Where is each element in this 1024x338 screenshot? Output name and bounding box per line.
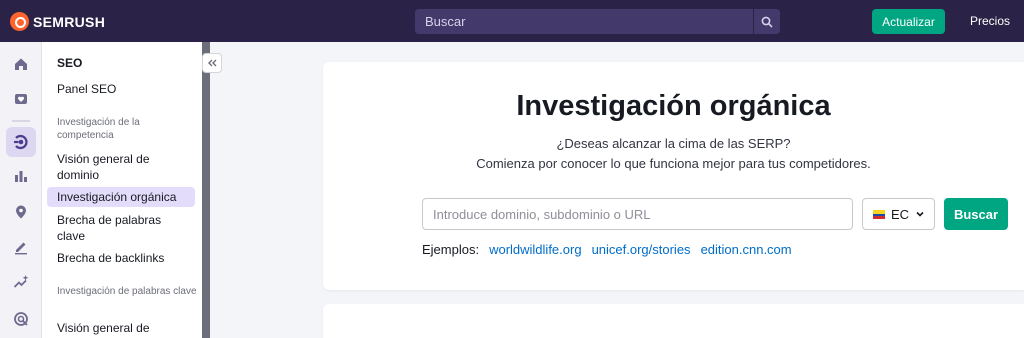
global-search-button[interactable]: [753, 9, 780, 34]
sidebar-group-competition: Investigación de la competencia: [57, 117, 140, 141]
sidebar-item-backlink-gap[interactable]: Brecha de backlinks: [47, 248, 195, 268]
double-chevron-left-icon: [208, 59, 217, 67]
secondary-card: [323, 304, 1024, 338]
domain-input-placeholder: Introduce dominio, subdominio o URL: [433, 206, 651, 222]
country-select[interactable]: EC: [862, 198, 935, 230]
seo-sidebar: SEO Panel SEO Investigación de la compet…: [42, 42, 202, 338]
country-code: EC: [891, 206, 910, 222]
rail-home[interactable]: [6, 49, 36, 79]
rail-content[interactable]: [6, 232, 36, 262]
subtitle-line-2: Comienza por conocer lo que funciona mej…: [476, 156, 871, 171]
search-icon: [761, 16, 773, 28]
rail-divider: [12, 120, 30, 122]
sidebar-item-seo-dashboard[interactable]: Panel SEO: [47, 79, 195, 99]
rail-traffic[interactable]: [6, 161, 36, 191]
home-icon: [15, 58, 27, 70]
sidebar-item-keyword-overview[interactable]: Visión general de: [47, 318, 195, 338]
heart-icon: [15, 94, 27, 104]
sidebar-scrollbar[interactable]: [202, 42, 210, 338]
semrush-logo-icon: [10, 12, 29, 31]
rail-local[interactable]: [6, 197, 36, 227]
search-button[interactable]: Buscar: [944, 198, 1008, 230]
brand-name: SEMRUSH: [33, 13, 106, 30]
pencil-icon: [15, 242, 27, 255]
examples-row: Ejemplos: worldwildlife.org unicef.org/s…: [422, 242, 792, 257]
example-link-unicef[interactable]: unicef.org/stories: [592, 242, 691, 257]
rail-seo[interactable]: [6, 127, 36, 157]
collapse-sidebar-button[interactable]: [202, 53, 222, 73]
ecuador-flag-icon: [873, 209, 885, 219]
tool-rail: [0, 42, 42, 338]
sidebar-item-organic-research[interactable]: Investigación orgánica: [47, 187, 195, 207]
example-link-cnn[interactable]: edition.cnn.com: [701, 242, 792, 257]
rail-favorites[interactable]: [6, 84, 36, 114]
example-link-worldwildlife[interactable]: worldwildlife.org: [489, 242, 581, 257]
sidebar-item-domain-overview[interactable]: Visión general de dominio: [47, 149, 195, 185]
top-bar: SEMRUSH Buscar Actualizar Precios: [0, 0, 1024, 42]
sidebar-item-keyword-gap[interactable]: Brecha de palabras clave: [47, 210, 195, 246]
rail-ai[interactable]: [6, 267, 36, 297]
domain-input[interactable]: Introduce dominio, subdominio o URL: [422, 198, 853, 230]
subtitle-line-1: ¿Deseas alcanzar la cima de las SERP?: [556, 136, 791, 151]
location-pin-icon: [16, 205, 26, 219]
sidebar-group-keywords: Investigación de palabras clave: [57, 286, 197, 297]
target-icon: [14, 312, 28, 326]
global-search[interactable]: Buscar: [415, 9, 780, 34]
chevron-down-icon: [916, 211, 924, 217]
examples-label: Ejemplos:: [422, 242, 480, 257]
update-button[interactable]: Actualizar: [872, 9, 945, 34]
organic-research-card: Investigación orgánica ¿Deseas alcanzar …: [323, 62, 1024, 290]
sidebar-section-title: SEO: [57, 56, 83, 70]
sparkle-chart-icon: [13, 275, 29, 288]
prices-link[interactable]: Precios: [970, 14, 1010, 28]
page-title: Investigación orgánica: [516, 90, 831, 122]
bar-chart-icon: [15, 171, 27, 182]
seo-icon: [14, 134, 28, 150]
global-search-input[interactable]: Buscar: [415, 14, 753, 29]
semrush-logo[interactable]: SEMRUSH: [10, 12, 105, 31]
rail-advertising[interactable]: [6, 304, 36, 334]
